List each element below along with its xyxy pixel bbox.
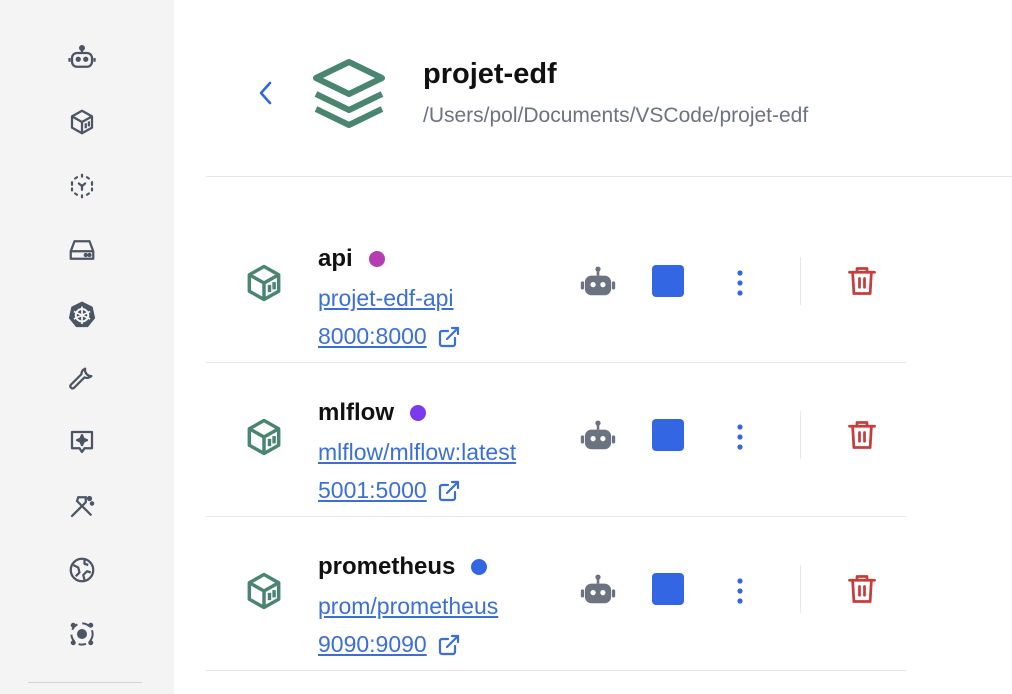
status-dot	[368, 251, 385, 267]
kebab-menu-icon	[737, 270, 743, 296]
delete-button[interactable]	[844, 415, 880, 455]
container-image-link[interactable]: projet-edf-api	[318, 285, 552, 312]
open-ai-lab-button[interactable]	[576, 569, 620, 613]
page-title: projet-edf	[423, 58, 557, 90]
robot-icon	[580, 420, 616, 450]
header-divider	[206, 176, 1012, 177]
open-ai-lab-button[interactable]	[576, 415, 620, 459]
action-divider	[800, 257, 801, 305]
sidebar-item-kubernetes[interactable]	[64, 296, 100, 332]
action-divider	[800, 411, 801, 459]
delete-button[interactable]	[844, 569, 880, 609]
build-tools-icon	[70, 495, 95, 518]
container-image-link[interactable]: mlflow/mlflow:latest	[318, 439, 552, 466]
container-port-link[interactable]: 9090:9090	[318, 631, 461, 658]
container-name-wrap: api	[318, 245, 385, 273]
container-box-icon	[247, 418, 281, 456]
stop-button[interactable]	[652, 419, 684, 451]
container-port-link[interactable]: 8000:8000	[318, 323, 461, 350]
container-name: prometheus	[318, 553, 456, 580]
container-row: api projet-edf-api 8000:8000	[206, 209, 906, 363]
sidebar-item-extensions[interactable]	[64, 616, 100, 652]
sidebar-item-ai-assistant[interactable]	[64, 424, 100, 460]
layers-icon	[313, 59, 385, 128]
container-port-link[interactable]: 5001:5000	[318, 477, 461, 504]
sidebar-item-build[interactable]	[64, 488, 100, 524]
status-dot	[410, 405, 426, 421]
robot-icon	[580, 574, 616, 604]
port-label: 9090:9090	[318, 631, 427, 657]
trash-icon	[848, 575, 876, 603]
port-label: 5001:5000	[318, 477, 427, 503]
kubernetes-icon	[68, 301, 96, 328]
more-options-button[interactable]	[726, 261, 754, 305]
sidebar-item-pods[interactable]	[64, 168, 100, 204]
sidebar	[0, 0, 174, 694]
external-link-icon	[438, 326, 459, 347]
stop-button[interactable]	[652, 573, 684, 605]
sidebar-item-containers[interactable]	[64, 104, 100, 140]
wrench-icon	[69, 367, 93, 390]
back-button[interactable]	[252, 78, 280, 108]
more-options-button[interactable]	[726, 569, 754, 613]
container-box-icon	[70, 109, 94, 135]
container-name-wrap: prometheus	[318, 553, 488, 581]
stop-button[interactable]	[652, 265, 684, 297]
container-row: mlflow mlflow/mlflow:latest 5001:5000	[206, 363, 906, 517]
action-divider	[800, 565, 801, 613]
extension-icon	[70, 622, 94, 646]
external-link-icon	[438, 480, 459, 501]
kebab-menu-icon	[737, 424, 743, 450]
pod-icon	[70, 173, 94, 199]
external-link-icon	[438, 634, 459, 655]
chevron-left-icon	[259, 81, 272, 105]
kebab-menu-icon	[737, 578, 743, 604]
sidebar-item-ai-lab[interactable]	[64, 40, 100, 76]
trash-icon	[848, 421, 876, 449]
hard-drive-icon	[69, 240, 95, 260]
status-dot	[471, 559, 488, 575]
container-box-icon	[247, 264, 281, 302]
sidebar-item-networks[interactable]	[64, 552, 100, 588]
open-ai-lab-button[interactable]	[576, 261, 620, 305]
container-name: mlflow	[318, 399, 394, 426]
container-image-link[interactable]: prom/prometheus	[318, 593, 552, 620]
robot-icon	[68, 45, 96, 68]
container-name: api	[318, 245, 353, 272]
sidebar-item-settings[interactable]	[64, 360, 100, 396]
container-row: prometheus prom/prometheus 9090:9090	[206, 517, 906, 671]
main-content: projet-edf /Users/pol/Documents/VSCode/p…	[174, 0, 1012, 694]
delete-button[interactable]	[844, 261, 880, 301]
project-path: /Users/pol/Documents/VSCode/projet-edf	[423, 104, 809, 127]
trash-icon	[848, 267, 876, 295]
robot-icon	[580, 266, 616, 296]
port-label: 8000:8000	[318, 323, 427, 349]
globe-icon	[69, 557, 95, 583]
sidebar-item-volumes[interactable]	[64, 232, 100, 268]
sidebar-divider	[28, 682, 142, 683]
ai-sparkle-icon	[70, 430, 94, 454]
row-divider	[206, 670, 906, 671]
more-options-button[interactable]	[726, 415, 754, 459]
container-name-wrap: mlflow	[318, 399, 426, 427]
container-box-icon	[247, 572, 281, 610]
